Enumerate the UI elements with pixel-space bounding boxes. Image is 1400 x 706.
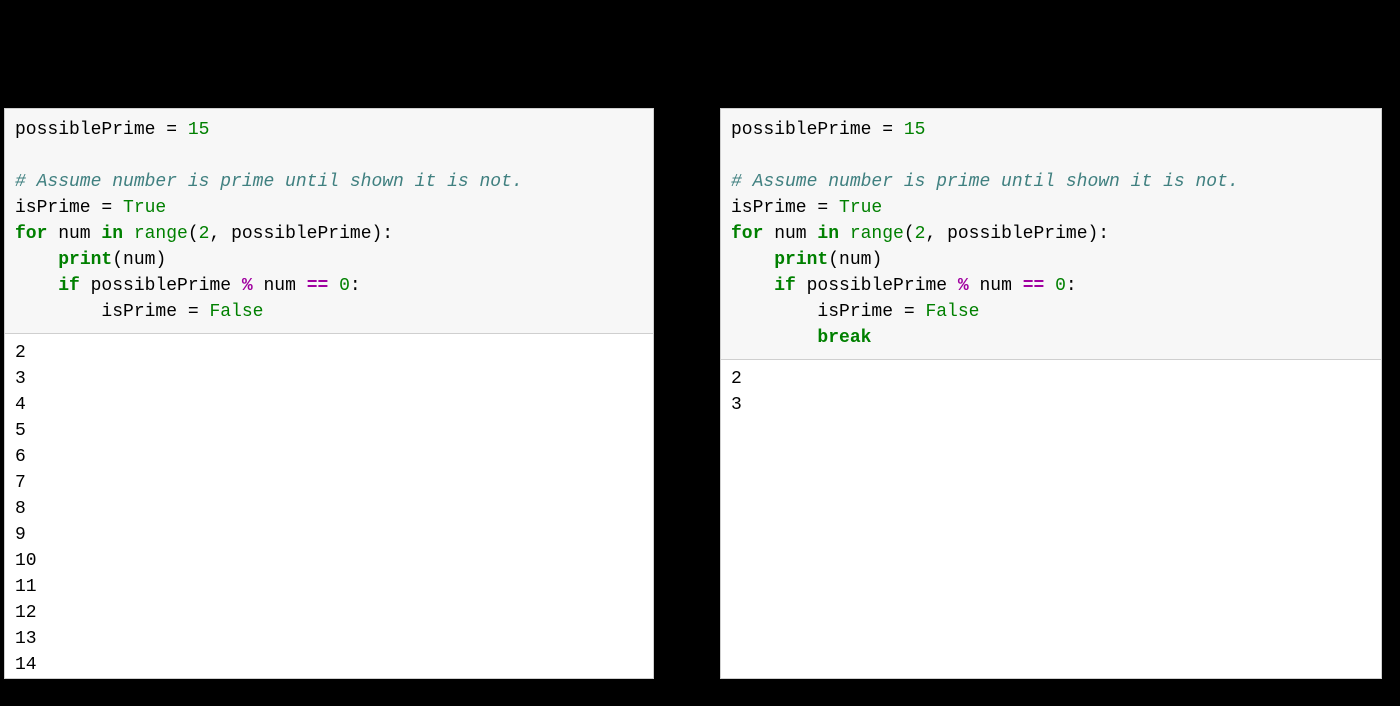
code-token: 0 xyxy=(328,276,350,296)
code-keyword: for xyxy=(731,224,763,244)
code-keyword-break: break xyxy=(817,328,871,348)
code-token: range xyxy=(839,224,904,244)
code-token: num xyxy=(969,276,1023,296)
indent xyxy=(15,276,58,296)
code-keyword: in xyxy=(101,224,123,244)
code-keyword: in xyxy=(817,224,839,244)
code-operator: == xyxy=(307,276,329,296)
code-comment: # Assume number is prime until shown it … xyxy=(15,172,533,192)
indent xyxy=(15,250,58,270)
code-cell-left: possiblePrime = 15 # Assume number is pr… xyxy=(4,108,654,679)
code-token: , possiblePrime) xyxy=(209,224,382,244)
code-operator: % xyxy=(958,276,969,296)
code-token: ( xyxy=(188,224,199,244)
code-token: 15 xyxy=(188,120,210,140)
code-operator: == xyxy=(1023,276,1045,296)
code-token: True xyxy=(839,198,882,218)
blank-line xyxy=(15,143,643,169)
code-token: = xyxy=(807,198,839,218)
code-token: isPrime xyxy=(101,302,177,322)
indent xyxy=(731,302,817,322)
code-token: = xyxy=(871,120,903,140)
code-token: = xyxy=(155,120,187,140)
code-token: num xyxy=(763,224,817,244)
code-token: num xyxy=(253,276,307,296)
code-token: 15 xyxy=(904,120,926,140)
code-token: isPrime xyxy=(15,198,91,218)
code-token: ( xyxy=(904,224,915,244)
code-token: True xyxy=(123,198,166,218)
code-token: (num) xyxy=(112,250,166,270)
code-token: : xyxy=(1098,224,1109,244)
code-token: : xyxy=(1066,276,1077,296)
code-builtin: print xyxy=(58,250,112,270)
code-token: : xyxy=(350,276,361,296)
panels-container: possiblePrime = 15 # Assume number is pr… xyxy=(0,0,1400,679)
code-token: num xyxy=(47,224,101,244)
code-keyword: if xyxy=(774,276,796,296)
code-token: possiblePrime xyxy=(796,276,958,296)
code-operator: % xyxy=(242,276,253,296)
code-input-left: possiblePrime = 15 # Assume number is pr… xyxy=(5,109,653,334)
code-token: = xyxy=(893,302,925,322)
code-keyword: if xyxy=(58,276,80,296)
code-token: = xyxy=(91,198,123,218)
code-token: False xyxy=(925,302,979,322)
code-token: 2 xyxy=(915,224,926,244)
code-comment: # Assume number is prime until shown it … xyxy=(731,172,1239,192)
code-token: 2 xyxy=(199,224,210,244)
code-token: possiblePrime xyxy=(15,120,155,140)
code-keyword: for xyxy=(15,224,47,244)
code-token: False xyxy=(209,302,263,322)
indent xyxy=(731,250,774,270)
code-cell-right: possiblePrime = 15 # Assume number is pr… xyxy=(720,108,1382,679)
indent xyxy=(15,302,101,322)
code-token: = xyxy=(177,302,209,322)
code-token: possiblePrime xyxy=(731,120,871,140)
code-output-right: 2 3 xyxy=(721,360,1381,418)
indent xyxy=(731,276,774,296)
blank-line xyxy=(731,143,1371,169)
code-builtin: print xyxy=(774,250,828,270)
code-input-right: possiblePrime = 15 # Assume number is pr… xyxy=(721,109,1381,360)
code-token: range xyxy=(123,224,188,244)
code-token: : xyxy=(382,224,393,244)
code-token: possiblePrime xyxy=(80,276,242,296)
code-token: isPrime xyxy=(817,302,893,322)
indent xyxy=(731,328,817,348)
code-token: (num) xyxy=(828,250,882,270)
code-token: isPrime xyxy=(731,198,807,218)
code-output-left: 2 3 4 5 6 7 8 9 10 11 12 13 14 xyxy=(5,334,653,678)
code-token: 0 xyxy=(1044,276,1066,296)
code-token: , possiblePrime) xyxy=(925,224,1098,244)
